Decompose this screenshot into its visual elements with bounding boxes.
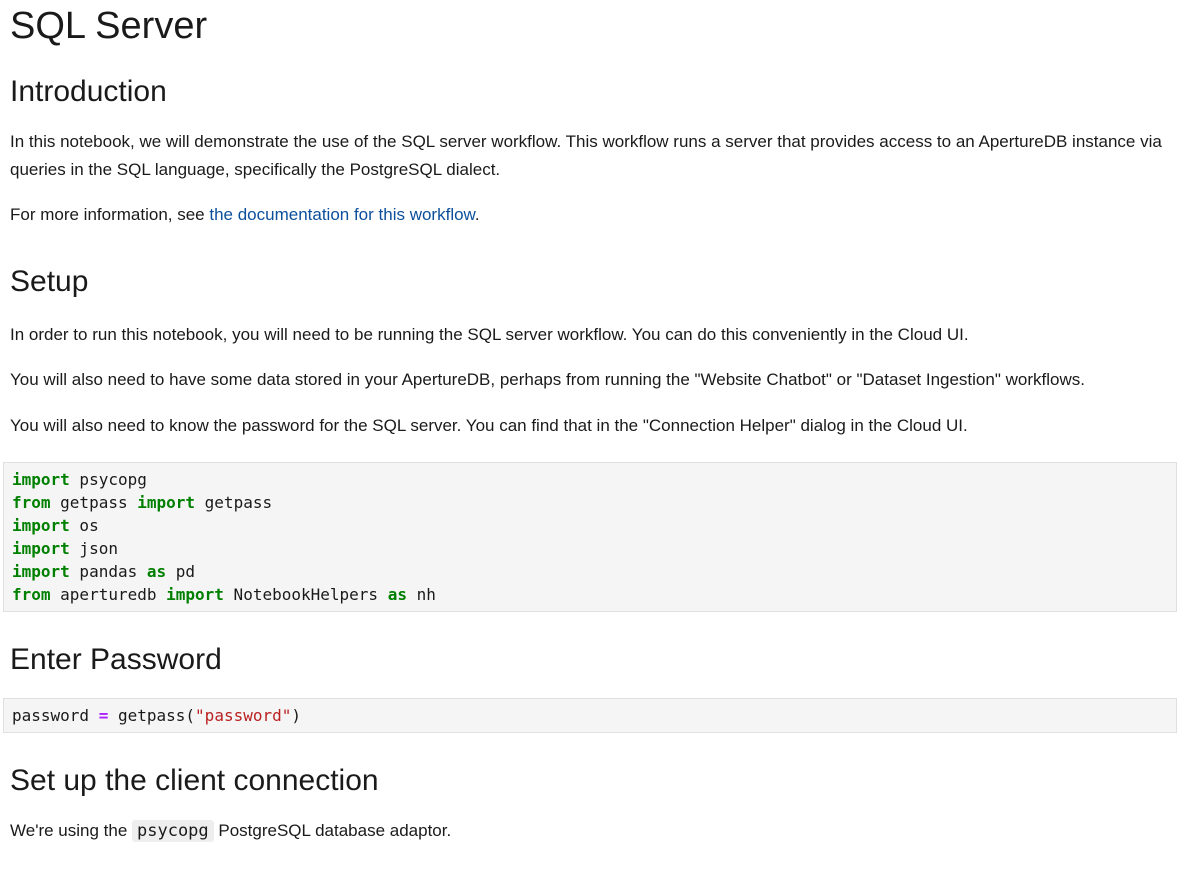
connection-heading: Set up the client connection (10, 764, 379, 797)
setup-paragraph-1: In order to run this notebook, you will … (10, 325, 969, 344)
intro-more-info: For more information, see the documentat… (10, 201, 1177, 229)
setup-heading: Setup (10, 265, 89, 298)
intro-heading: Introduction (10, 75, 167, 108)
connection-paragraph-prefix: We're using the (10, 821, 132, 840)
intro-more-info-prefix: For more information, see (10, 205, 210, 224)
password-code-cell[interactable]: password = getpass("password") (3, 698, 1177, 733)
connection-paragraph-suffix: PostgreSQL database adaptor. (213, 821, 452, 840)
page-title: SQL Server (10, 5, 208, 47)
psycopg-inline-code: psycopg (132, 820, 214, 842)
documentation-link[interactable]: the documentation for this workflow (209, 205, 475, 224)
intro-more-info-suffix: . (474, 205, 480, 224)
connection-paragraph: We're using the psycopg PostgreSQL datab… (10, 817, 1177, 845)
imports-code-cell[interactable]: import psycopg from getpass import getpa… (3, 462, 1177, 612)
notebook-page: SQL Server Introduction In this notebook… (0, 0, 1191, 845)
password-heading: Enter Password (10, 643, 222, 676)
setup-paragraph-2: You will also need to have some data sto… (10, 370, 1085, 389)
intro-paragraph: In this notebook, we will demonstrate th… (10, 132, 1162, 179)
setup-paragraph-3: You will also need to know the password … (10, 416, 968, 435)
